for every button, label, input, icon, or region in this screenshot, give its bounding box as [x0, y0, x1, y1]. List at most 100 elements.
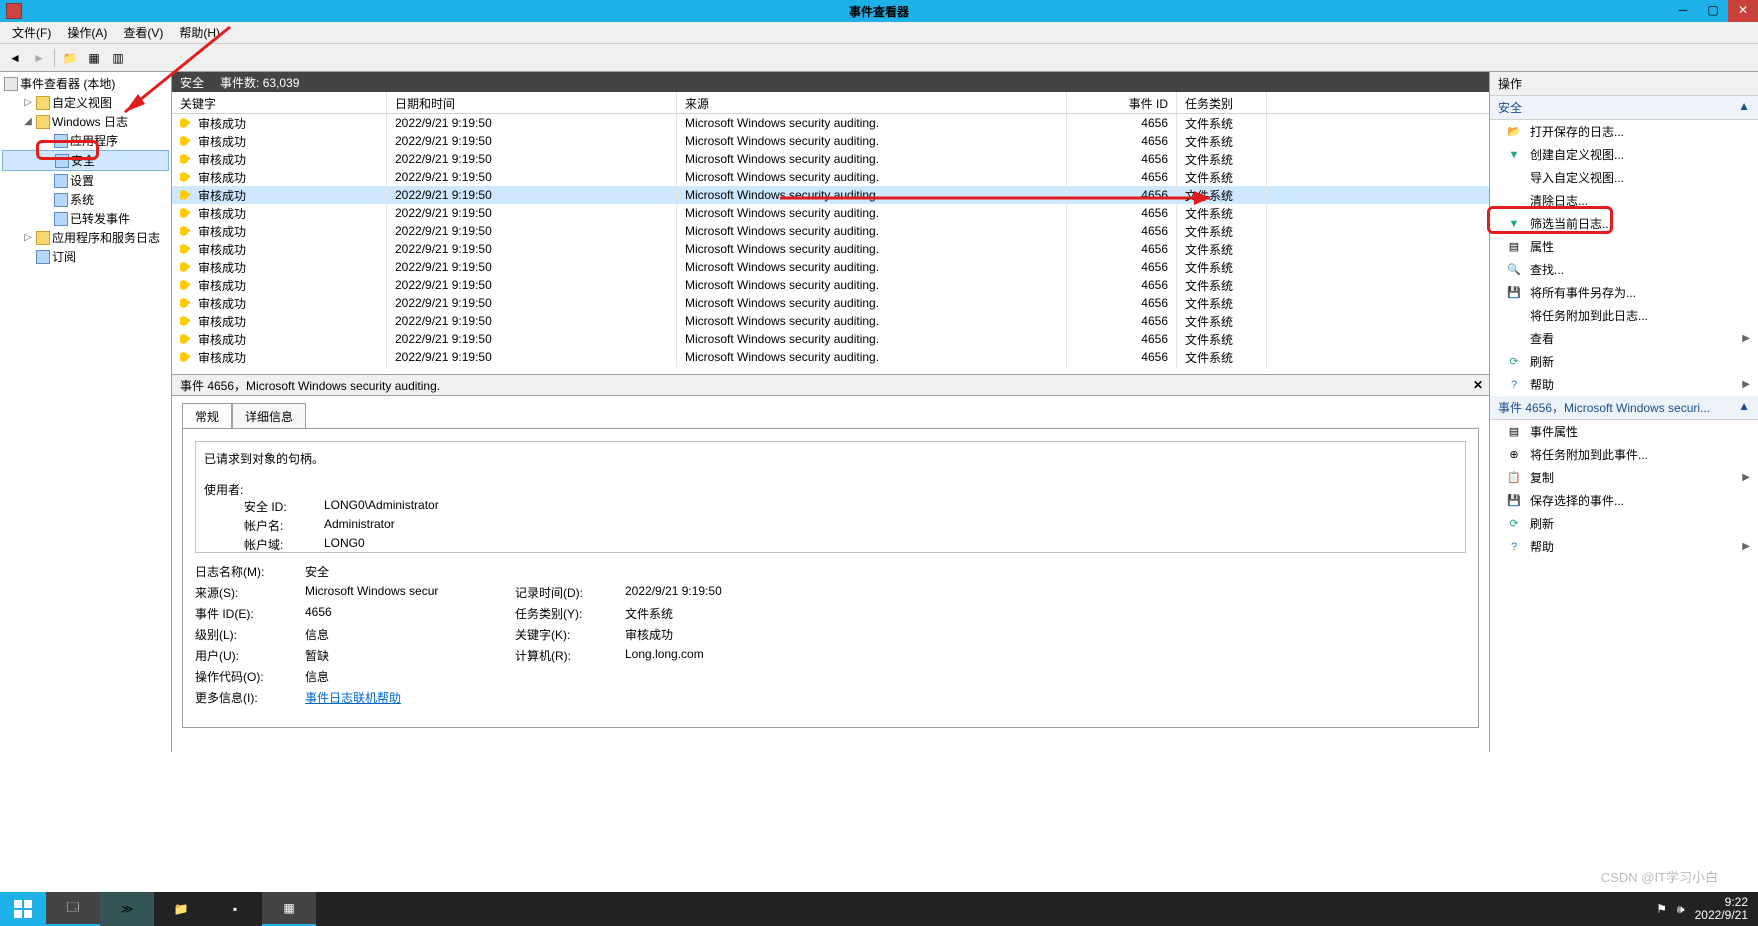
save-icon: 💾: [1506, 493, 1522, 509]
desc-line: 已请求到对象的句柄。: [204, 450, 1457, 467]
event-list[interactable]: 审核成功2022/9/21 9:19:50Microsoft Windows s…: [172, 114, 1489, 374]
computer-value: Long.long.com: [625, 647, 805, 664]
tab-details[interactable]: 详细信息: [232, 403, 306, 429]
windows-logo-icon: [14, 900, 32, 918]
close-button[interactable]: ✕: [1728, 0, 1758, 22]
taskbar-cmd[interactable]: ▪: [208, 892, 262, 926]
menu-file[interactable]: 文件(F): [4, 22, 59, 43]
action-refresh-event[interactable]: ⟳刷新: [1490, 512, 1758, 535]
tree-application[interactable]: 应用程序: [2, 131, 169, 150]
tree-subscriptions[interactable]: 订阅: [2, 247, 169, 266]
cell-source: Microsoft Windows security auditing.: [677, 203, 1067, 223]
filter-icon: ▼: [1506, 147, 1522, 163]
tray-flag-icon[interactable]: ⚑: [1656, 902, 1667, 916]
taskbar-server-manager[interactable]: 🗔: [46, 892, 100, 926]
pane-button-1[interactable]: ▦: [83, 47, 105, 69]
action-filter-current-log[interactable]: ▼筛选当前日志...: [1490, 212, 1758, 235]
tray-clock[interactable]: 9:22 2022/9/21: [1695, 896, 1748, 922]
log-icon: [54, 174, 68, 188]
tree-label: 系统: [70, 191, 94, 208]
action-attach-task-log[interactable]: 将任务附加到此日志...: [1490, 304, 1758, 327]
folder-icon: [36, 231, 50, 245]
minimize-button[interactable]: ─: [1668, 0, 1698, 22]
forward-button[interactable]: ►: [28, 47, 50, 69]
back-button[interactable]: ◄: [4, 47, 26, 69]
tree-system[interactable]: 系统: [2, 190, 169, 209]
action-import-custom-view[interactable]: 导入自定义视图...: [1490, 166, 1758, 189]
collapse-icon[interactable]: ▲: [1738, 99, 1750, 116]
tree-pane: 事件查看器 (本地) ▷ 自定义视图 ◢ Windows 日志 应用程序 安全 …: [0, 72, 172, 752]
action-create-custom-view[interactable]: ▼创建自定义视图...: [1490, 143, 1758, 166]
key-icon: [180, 352, 194, 362]
close-details-button[interactable]: ✕: [1473, 378, 1483, 392]
logname-value: 安全: [305, 563, 805, 580]
folder-icon: [36, 115, 50, 129]
col-date[interactable]: 日期和时间: [387, 92, 677, 113]
cell-keywords: 审核成功: [198, 243, 246, 257]
cell-date: 2022/9/21 9:19:50: [387, 311, 677, 331]
tree-setup[interactable]: 设置: [2, 171, 169, 190]
col-source[interactable]: 来源: [677, 92, 1067, 113]
action-help-event[interactable]: ?帮助▶: [1490, 535, 1758, 558]
expand-icon[interactable]: ▷: [22, 232, 34, 243]
action-find[interactable]: 🔍查找...: [1490, 258, 1758, 281]
tray-speaker-icon[interactable]: 🕪: [1677, 902, 1685, 917]
tree-app-services[interactable]: ▷ 应用程序和服务日志: [2, 228, 169, 247]
cell-source: Microsoft Windows security auditing.: [677, 347, 1067, 367]
action-open-saved-log[interactable]: 📂打开保存的日志...: [1490, 120, 1758, 143]
pane-button-2[interactable]: ▥: [107, 47, 129, 69]
taskbar: 🗔 ≫ 📁 ▪ ▦ ⚑ 🕪 9:22 2022/9/21: [0, 892, 1758, 926]
app-icon: [6, 3, 22, 19]
opcode-label: 操作代码(O):: [195, 668, 295, 685]
log-icon: [54, 193, 68, 207]
tree-forwarded[interactable]: 已转发事件: [2, 209, 169, 228]
menu-view[interactable]: 查看(V): [115, 22, 171, 43]
action-properties[interactable]: ▤属性: [1490, 235, 1758, 258]
action-save-all-events[interactable]: 💾将所有事件另存为...: [1490, 281, 1758, 304]
action-copy[interactable]: 📋复制▶: [1490, 466, 1758, 489]
tree-custom-views[interactable]: ▷ 自定义视图: [2, 93, 169, 112]
maximize-button[interactable]: ▢: [1698, 0, 1728, 22]
col-keywords[interactable]: 关键字: [172, 92, 387, 113]
tree-windows-logs[interactable]: ◢ Windows 日志: [2, 112, 169, 131]
cell-eventid: 4656: [1067, 167, 1177, 187]
col-eventid[interactable]: 事件 ID: [1067, 92, 1177, 113]
event-row[interactable]: 审核成功2022/9/21 9:19:50Microsoft Windows s…: [172, 348, 1489, 366]
action-save-selected[interactable]: 💾保存选择的事件...: [1490, 489, 1758, 512]
cell-source: Microsoft Windows security auditing.: [677, 239, 1067, 259]
action-help[interactable]: ?帮助▶: [1490, 373, 1758, 396]
show-tree-button[interactable]: 📁: [59, 47, 81, 69]
search-icon: 🔍: [1506, 262, 1522, 278]
col-taskcategory[interactable]: 任务类别: [1177, 92, 1267, 113]
chevron-right-icon: ▶: [1742, 472, 1750, 483]
help-icon: ?: [1506, 539, 1522, 555]
logged-value: 2022/9/21 9:19:50: [625, 584, 805, 601]
cell-date: 2022/9/21 9:19:50: [387, 185, 677, 205]
tab-general[interactable]: 常规: [182, 403, 232, 429]
taskbar-powershell[interactable]: ≫: [100, 892, 154, 926]
expand-icon[interactable]: ▷: [22, 97, 34, 108]
taskbar-eventviewer[interactable]: ▦: [262, 892, 316, 926]
taskbar-explorer[interactable]: 📁: [154, 892, 208, 926]
collapse-icon[interactable]: ◢: [22, 116, 34, 127]
menu-help[interactable]: 帮助(H): [171, 22, 228, 43]
tree-root[interactable]: 事件查看器 (本地): [2, 74, 169, 93]
collapse-icon[interactable]: ▲: [1738, 399, 1750, 416]
action-clear-log[interactable]: 清除日志...: [1490, 189, 1758, 212]
menu-action[interactable]: 操作(A): [59, 22, 115, 43]
toolbar: ◄ ► 📁 ▦ ▥: [0, 44, 1758, 72]
folder-icon: [36, 96, 50, 110]
cell-eventid: 4656: [1067, 275, 1177, 295]
action-view[interactable]: 查看▶: [1490, 327, 1758, 350]
import-icon: [1506, 170, 1522, 186]
tree-security[interactable]: 安全: [2, 150, 169, 171]
action-refresh[interactable]: ⟳刷新: [1490, 350, 1758, 373]
details-description[interactable]: 已请求到对象的句柄。 使用者: 安全 ID: LONG0\Administrat…: [195, 441, 1466, 553]
action-event-properties[interactable]: ▤事件属性: [1490, 420, 1758, 443]
action-attach-task-event[interactable]: ⊕将任务附加到此事件...: [1490, 443, 1758, 466]
start-button[interactable]: [0, 892, 46, 926]
key-icon: [180, 208, 194, 218]
moreinfo-link[interactable]: 事件日志联机帮助: [305, 689, 805, 706]
desc-user-label: 使用者:: [204, 481, 1457, 498]
center-pane: 安全 事件数: 63,039 关键字 日期和时间 来源 事件 ID 任务类别 审…: [172, 72, 1490, 752]
